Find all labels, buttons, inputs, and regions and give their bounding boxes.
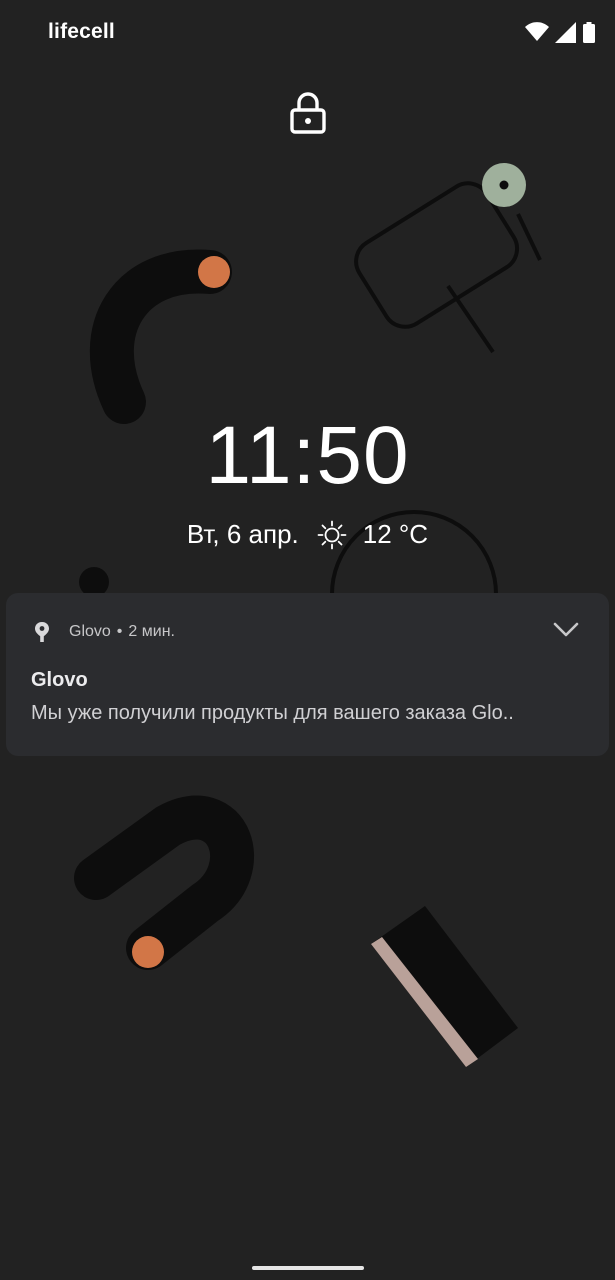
wifi-icon bbox=[525, 22, 549, 41]
location-pin-icon bbox=[35, 622, 49, 642]
date-weather-line[interactable]: Вт, 6 апр. 12 °C bbox=[0, 519, 615, 550]
lockscreen-date: Вт, 6 апр. bbox=[186, 519, 299, 549]
battery-icon bbox=[583, 21, 595, 43]
status-bar: lifecell bbox=[0, 0, 615, 64]
notification-app-name: Glovo bbox=[69, 623, 111, 640]
notification-card[interactable]: Glovo • 2 мин. Glovo Мы уже получили про… bbox=[6, 593, 609, 756]
notification-header: Glovo • 2 мин. bbox=[69, 623, 175, 641]
wallpaper-u-shape bbox=[74, 795, 254, 970]
wallpaper-black-block bbox=[371, 906, 518, 1067]
notification-time: 2 мин. bbox=[128, 623, 175, 640]
lock-icon[interactable] bbox=[290, 92, 326, 134]
carrier-name: lifecell bbox=[48, 20, 115, 43]
wallpaper-line bbox=[446, 284, 495, 354]
status-icons bbox=[525, 20, 595, 44]
notification-title: Glovo bbox=[31, 669, 88, 691]
sun-icon bbox=[317, 520, 347, 549]
chevron-down-icon[interactable] bbox=[553, 621, 579, 639]
temperature: 12 °C bbox=[362, 519, 429, 549]
wallpaper-line-2 bbox=[516, 213, 542, 261]
wallpaper-sage-dot-center bbox=[499, 180, 509, 190]
header-separator: • bbox=[116, 623, 123, 640]
wallpaper-orange-dot-top bbox=[198, 256, 230, 288]
wallpaper-black-arc bbox=[89, 249, 232, 424]
notification-text: Мы уже получили продукты для вашего зака… bbox=[31, 702, 514, 724]
navigation-handle[interactable] bbox=[252, 1266, 364, 1270]
wallpaper-orange-dot-bottom bbox=[132, 936, 164, 968]
lockscreen-clock: 11:50 bbox=[205, 410, 410, 501]
cellular-signal-icon bbox=[555, 21, 576, 43]
